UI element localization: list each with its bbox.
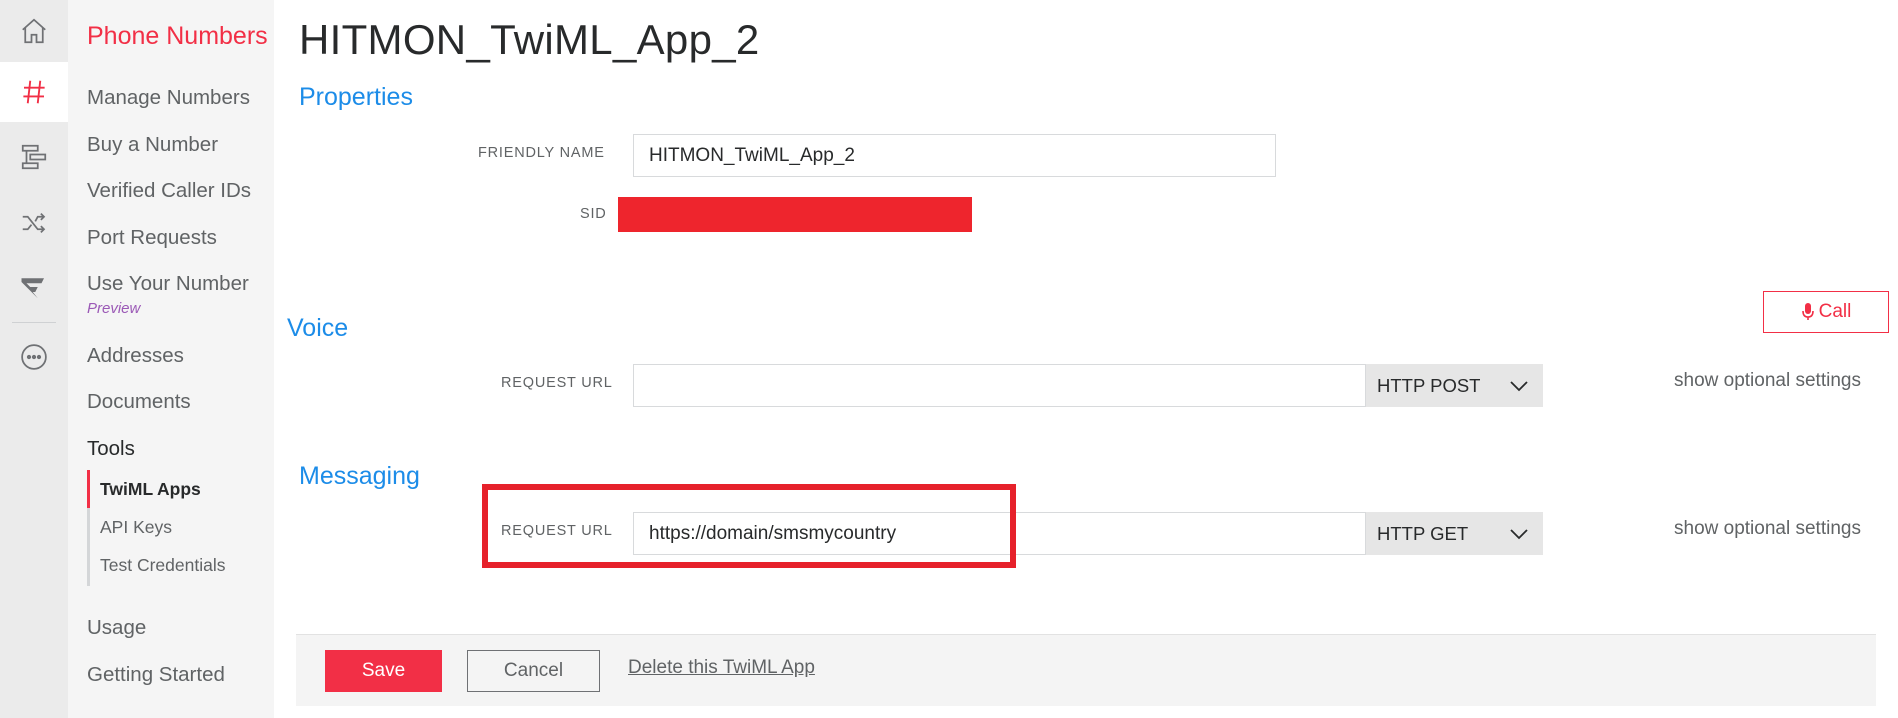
studio-nav-button[interactable] xyxy=(0,126,68,188)
microphone-icon xyxy=(1801,303,1814,320)
tools-submenu-active-indicator xyxy=(87,470,90,508)
more-nav-button[interactable] xyxy=(0,326,68,388)
call-button[interactable]: Call xyxy=(1763,291,1889,333)
sidebar-item-tools[interactable]: Tools xyxy=(87,437,135,461)
home-nav-button[interactable] xyxy=(0,0,68,62)
rail-divider xyxy=(12,322,56,323)
flex-icon xyxy=(21,278,44,299)
friendly-name-input[interactable] xyxy=(633,134,1276,177)
sidebar-item-getting-started[interactable]: Getting Started xyxy=(87,663,225,687)
voice-show-optional-settings-link[interactable]: show optional settings xyxy=(1674,370,1861,392)
messaging-request-url-label: REQUEST URL xyxy=(501,523,613,539)
home-icon xyxy=(22,18,46,44)
call-button-label: Call xyxy=(1818,301,1852,322)
voice-request-url-input[interactable] xyxy=(633,364,1366,407)
icon-rail xyxy=(0,0,68,718)
sidebar-item-use-your-number[interactable]: Use Your Number xyxy=(87,272,249,296)
shuffle-nav-button[interactable] xyxy=(0,192,68,254)
friendly-name-label: FRIENDLY NAME xyxy=(478,145,605,161)
messaging-method-select[interactable]: HTTP GET xyxy=(1366,512,1543,555)
sidebar-subitem-test-credentials[interactable]: Test Credentials xyxy=(100,555,225,576)
sidebar-subitem-api-keys[interactable]: API Keys xyxy=(100,517,172,538)
messaging-section-title: Messaging xyxy=(299,462,420,490)
voice-method-select[interactable]: HTTP POST xyxy=(1366,364,1543,407)
product-sidebar: Phone Numbers Manage Numbers Buy a Numbe… xyxy=(68,0,274,718)
voice-section-title: Voice xyxy=(287,314,349,342)
sidebar-item-addresses[interactable]: Addresses xyxy=(87,344,184,368)
more-icon xyxy=(21,344,47,370)
voice-request-url-label: REQUEST URL xyxy=(501,375,613,391)
chevron-down-icon xyxy=(1510,528,1528,539)
preview-badge: Preview xyxy=(87,300,141,317)
page-title: HITMON_TwiML_App_2 xyxy=(299,16,760,63)
messaging-show-optional-settings-link[interactable]: show optional settings xyxy=(1674,518,1861,540)
sidebar-title[interactable]: Phone Numbers xyxy=(87,22,268,51)
properties-section-title: Properties xyxy=(299,83,413,111)
save-button[interactable]: Save xyxy=(325,650,442,692)
flex-nav-button[interactable] xyxy=(0,256,68,318)
phone-numbers-nav-button[interactable] xyxy=(0,62,68,122)
sidebar-subitem-twiml-apps[interactable]: TwiML Apps xyxy=(100,479,201,500)
cancel-button[interactable]: Cancel xyxy=(467,650,600,692)
hash-icon xyxy=(23,80,45,104)
shuffle-icon xyxy=(22,213,46,233)
sid-value-redacted xyxy=(618,197,972,232)
voice-method-value: HTTP POST xyxy=(1377,374,1481,396)
sid-label: SID xyxy=(580,206,607,222)
messaging-request-url-input[interactable] xyxy=(633,512,1366,555)
chevron-down-icon xyxy=(1510,380,1528,391)
sidebar-item-usage[interactable]: Usage xyxy=(87,616,146,640)
sidebar-item-verified-caller-ids[interactable]: Verified Caller IDs xyxy=(87,179,251,203)
messaging-method-value: HTTP GET xyxy=(1377,522,1469,544)
sidebar-item-buy-number[interactable]: Buy a Number xyxy=(87,133,218,157)
studio-icon xyxy=(21,144,47,170)
delete-app-link[interactable]: Delete this TwiML App xyxy=(628,657,815,679)
sidebar-item-documents[interactable]: Documents xyxy=(87,390,191,414)
sidebar-item-port-requests[interactable]: Port Requests xyxy=(87,226,217,250)
sidebar-item-manage-numbers[interactable]: Manage Numbers xyxy=(87,86,250,110)
